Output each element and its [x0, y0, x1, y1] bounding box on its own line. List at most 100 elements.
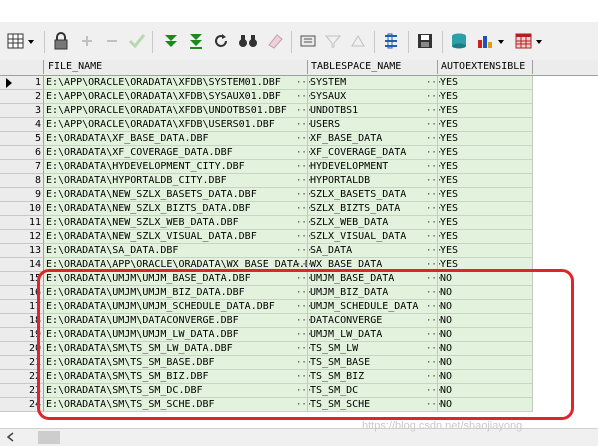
export-button[interactable] [448, 22, 470, 60]
row-number[interactable]: 15 [0, 272, 44, 286]
cell-autoextensible[interactable]: YES [438, 216, 533, 230]
cell-ellipsis-button[interactable]: ··· [426, 371, 442, 383]
cell-tablespace-name[interactable]: SZLX_BIZTS_DATA [308, 202, 438, 216]
row-number[interactable]: 24 [0, 398, 44, 412]
table-row[interactable]: 11 E:\ORADATA\NEW_SZLX_WEB_DATA.DBF SZLX_W… [0, 216, 598, 230]
cell-file-name[interactable]: E:\ORADATA\SM\TS_SM_SCHE.DBF [44, 398, 308, 412]
row-number[interactable]: 4 [0, 118, 44, 132]
cell-autoextensible[interactable]: YES [438, 76, 533, 90]
cell-tablespace-name[interactable]: USERS [308, 118, 438, 132]
cell-autoextensible[interactable]: YES [438, 258, 533, 272]
cell-autoextensible[interactable]: NO [438, 342, 533, 356]
scrollbar-thumb[interactable] [38, 431, 60, 444]
cell-ellipsis-button[interactable]: ··· [426, 133, 442, 145]
cell-autoextensible[interactable]: YES [438, 132, 533, 146]
cell-autoextensible[interactable]: YES [438, 90, 533, 104]
column-header-file-name[interactable]: FILE_NAME [44, 60, 308, 74]
cell-ellipsis-button[interactable]: ··· [426, 385, 442, 397]
cell-tablespace-name[interactable]: UMJM_SCHEDULE_DATA [308, 300, 438, 314]
cell-ellipsis-button[interactable]: ··· [426, 399, 442, 411]
cell-ellipsis-button[interactable]: ··· [426, 161, 442, 173]
cell-tablespace-name[interactable]: DATACONVERGE [308, 314, 438, 328]
table-row[interactable]: 18 E:\ORADATA\UMJM\DATACONVERGE.DBF DATACO… [0, 314, 598, 328]
cell-ellipsis-button[interactable]: ··· [296, 287, 312, 299]
cell-tablespace-name[interactable]: UMJM_BIZ_DATA [308, 286, 438, 300]
cell-autoextensible[interactable]: YES [438, 160, 533, 174]
cell-ellipsis-button[interactable]: ··· [296, 147, 312, 159]
clear-button[interactable] [264, 22, 286, 60]
cell-autoextensible[interactable]: NO [438, 286, 533, 300]
table-row[interactable]: 16 E:\ORADATA\UMJM\UMJM_BIZ_DATA.DBF UMJM_… [0, 286, 598, 300]
cell-ellipsis-button[interactable]: ··· [426, 343, 442, 355]
cell-file-name[interactable]: E:\ORADATA\NEW_SZLX_VISUAL_DATA.DBF [44, 230, 308, 244]
cell-autoextensible[interactable]: YES [438, 146, 533, 160]
chart-dropdown-button[interactable] [474, 22, 508, 60]
column-header-autoextensible[interactable]: AUTOEXTENSIBLE [438, 60, 533, 74]
row-number[interactable]: 11 [0, 216, 44, 230]
cell-tablespace-name[interactable]: SZLX_BASETS_DATA [308, 188, 438, 202]
cell-tablespace-name[interactable]: XF_BASE_DATA [308, 132, 438, 146]
cell-ellipsis-button[interactable]: ··· [296, 231, 312, 243]
cell-file-name[interactable]: E:\APP\ORACLE\ORADATA\XFDB\USERS01.DBF [44, 118, 308, 132]
table-row[interactable]: 17 E:\ORADATA\UMJM\UMJM_SCHEDULE_DATA.DBF… [0, 300, 598, 314]
cell-file-name[interactable]: E:\ORADATA\APP\ORACLE\ORADATA\WX_BASE_DA… [44, 258, 308, 272]
cell-tablespace-name[interactable]: TS_SM_DC [308, 384, 438, 398]
cell-ellipsis-button[interactable]: ··· [426, 329, 442, 341]
cell-ellipsis-button[interactable]: ··· [426, 147, 442, 159]
table-row[interactable]: 12 E:\ORADATA\NEW_SZLX_VISUAL_DATA.DBF SZL… [0, 230, 598, 244]
row-number[interactable]: 17 [0, 300, 44, 314]
table-row[interactable]: 19 E:\ORADATA\UMJM\UMJM_LW_DATA.DBF UMJM_L… [0, 328, 598, 342]
row-number[interactable]: 18 [0, 314, 44, 328]
table-row[interactable]: 13 E:\ORADATA\SA_DATA.DBF SA_DATA YES ··· ··· [0, 244, 598, 258]
cell-tablespace-name[interactable]: SZLX_VISUAL_DATA [308, 230, 438, 244]
table-row[interactable]: 5 E:\ORADATA\XF_BASE_DATA.DBF XF_BASE_DATA… [0, 132, 598, 146]
table-row[interactable]: 14 E:\ORADATA\APP\ORACLE\ORADATA\WX_BASE_… [0, 258, 598, 272]
cell-autoextensible[interactable]: YES [438, 104, 533, 118]
cell-ellipsis-button[interactable]: ··· [296, 77, 312, 89]
cell-ellipsis-button[interactable]: ··· [426, 189, 442, 201]
cell-autoextensible[interactable]: NO [438, 356, 533, 370]
cell-file-name[interactable]: E:\ORADATA\HYPORTALDB_CITY.DBF [44, 174, 308, 188]
cell-autoextensible[interactable]: NO [438, 328, 533, 342]
table-row[interactable]: 22 E:\ORADATA\SM\TS_SM_BIZ.DBF TS_SM_BIZ NO… [0, 370, 598, 384]
fetch-next-button[interactable] [160, 22, 182, 60]
cell-file-name[interactable]: E:\ORADATA\XF_COVERAGE_DATA.DBF [44, 146, 308, 160]
table-row[interactable]: 8 E:\ORADATA\HYPORTALDB_CITY.DBF HYPORTALD… [0, 174, 598, 188]
filter-button[interactable] [322, 22, 344, 60]
cell-ellipsis-button[interactable]: ··· [426, 245, 442, 257]
cell-file-name[interactable]: E:\ORADATA\UMJM\UMJM_BASE_DATA.DBF [44, 272, 308, 286]
lock-button[interactable] [50, 22, 72, 60]
cell-ellipsis-button[interactable]: ··· [296, 133, 312, 145]
cell-tablespace-name[interactable]: SZLX_WEB_DATA [308, 216, 438, 230]
cell-ellipsis-button[interactable]: ··· [296, 189, 312, 201]
cell-tablespace-name[interactable]: SA_DATA [308, 244, 438, 258]
find-button[interactable] [236, 22, 260, 60]
fetch-last-button[interactable] [185, 22, 207, 60]
cell-file-name[interactable]: E:\ORADATA\SM\TS_SM_DC.DBF [44, 384, 308, 398]
cell-autoextensible[interactable]: NO [438, 398, 533, 412]
save-button[interactable] [414, 22, 436, 60]
row-number[interactable]: 9 [0, 188, 44, 202]
cell-file-name[interactable]: E:\ORADATA\UMJM\DATACONVERGE.DBF [44, 314, 308, 328]
row-number[interactable]: 20 [0, 342, 44, 356]
cell-file-name[interactable]: E:\ORADATA\UMJM\UMJM_SCHEDULE_DATA.DBF [44, 300, 308, 314]
cell-tablespace-name[interactable]: XF_COVERAGE_DATA [308, 146, 438, 160]
row-number[interactable]: 16 [0, 286, 44, 300]
sort-button[interactable] [347, 22, 369, 60]
row-number[interactable]: 5 [0, 132, 44, 146]
cell-ellipsis-button[interactable]: ··· [296, 399, 312, 411]
cell-file-name[interactable]: E:\ORADATA\SM\TS_SM_BIZ.DBF [44, 370, 308, 384]
cell-ellipsis-button[interactable]: ··· [426, 217, 442, 229]
cell-ellipsis-button[interactable]: ··· [296, 259, 312, 271]
table-row[interactable]: 7 E:\ORADATA\HYDEVELOPMENT_CITY.DBF HYDEVE… [0, 160, 598, 174]
cell-file-name[interactable]: E:\ORADATA\NEW_SZLX_BIZTS_DATA.DBF [44, 202, 308, 216]
cell-ellipsis-button[interactable]: ··· [426, 259, 442, 271]
cell-ellipsis-button[interactable]: ··· [296, 91, 312, 103]
cell-ellipsis-button[interactable]: ··· [296, 357, 312, 369]
scroll-left-arrow-icon[interactable] [4, 429, 18, 445]
cell-ellipsis-button[interactable]: ··· [296, 315, 312, 327]
cell-tablespace-name[interactable]: TS_SM_BASE [308, 356, 438, 370]
cell-ellipsis-button[interactable]: ··· [296, 175, 312, 187]
table-row[interactable]: 20 E:\ORADATA\SM\TS_SM_LW_DATA.DBF TS_SM_L… [0, 342, 598, 356]
row-number[interactable]: 22 [0, 370, 44, 384]
